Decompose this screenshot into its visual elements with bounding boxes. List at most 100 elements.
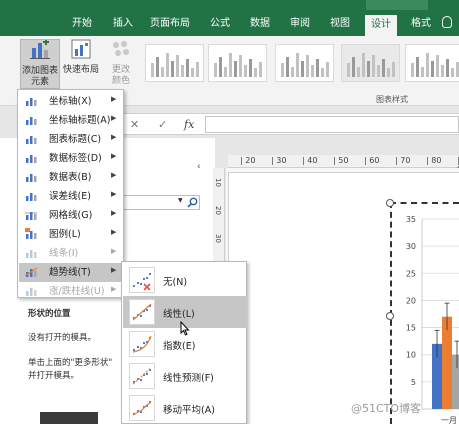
ruler-tick: | 50 bbox=[333, 156, 349, 165]
add-chart-element-button[interactable]: 添加图表 元素 bbox=[20, 39, 60, 89]
enter-icon[interactable]: ✓ bbox=[158, 118, 167, 131]
tab-formulas[interactable]: 公式 bbox=[210, 16, 230, 32]
submenu-arrow-icon: ▶ bbox=[111, 266, 117, 274]
chart-style-thumbnail[interactable] bbox=[275, 44, 334, 82]
submenu-item-trendline-none[interactable]: 无(N) bbox=[123, 264, 247, 296]
submenu-arrow-icon: ▶ bbox=[111, 209, 117, 217]
add-chart-element-label-2: 元素 bbox=[30, 77, 49, 87]
trendline-submenu: 无(N) 线性(L) 指数(E) 线性预测(F) 移动平均(A) bbox=[121, 261, 247, 424]
tab-format[interactable]: 格式 bbox=[411, 16, 431, 32]
menu-item-legend[interactable]: 图例(L) ▶ bbox=[19, 225, 123, 244]
submenu-item-trendline-moving-average[interactable]: 移动平均(A) bbox=[123, 392, 247, 424]
trendline-linear-forecast-icon bbox=[129, 363, 155, 389]
menu-item-label: 线条(I) bbox=[49, 248, 79, 259]
chart-style-thumbnail[interactable] bbox=[208, 44, 267, 82]
chart-style-preview-icon bbox=[214, 53, 262, 77]
lines-icon bbox=[25, 247, 37, 259]
quick-layout-label: 快速布局 bbox=[62, 65, 99, 75]
chart-style-preview-icon bbox=[347, 53, 395, 77]
updown-bars-icon bbox=[25, 285, 37, 297]
ribbon-tab-bar: 开始 插入 页面布局 公式 数据 审阅 视图 设计 格式 bbox=[0, 12, 459, 36]
tab-insert[interactable]: 插入 bbox=[113, 16, 133, 32]
add-chart-element-icon bbox=[30, 39, 50, 59]
data-labels-icon bbox=[25, 152, 37, 164]
menu-item-label: 数据表(B) bbox=[49, 172, 92, 183]
trendline-exponential-icon bbox=[129, 331, 155, 357]
chart-style-thumbnail[interactable] bbox=[145, 44, 204, 82]
menu-item-trendline[interactable]: 趋势线(T) ▶ bbox=[19, 263, 123, 282]
trendline-none-icon bbox=[129, 267, 155, 293]
data-table-icon bbox=[25, 171, 37, 183]
menu-item-error-bars[interactable]: 误差线(E) ▶ bbox=[19, 187, 123, 206]
formula-input[interactable] bbox=[205, 116, 459, 133]
tab-data[interactable]: 数据 bbox=[250, 16, 270, 32]
y-tick-label: 25 bbox=[406, 269, 416, 278]
x-category-label: 一月 bbox=[441, 416, 457, 424]
shape-position-heading: 形状的位置 bbox=[28, 309, 71, 319]
vruler-tick: 30 bbox=[214, 234, 222, 243]
resize-handle[interactable] bbox=[386, 199, 394, 207]
quick-layout-icon bbox=[71, 39, 91, 59]
menu-item-label: 网格线(G) bbox=[49, 210, 93, 221]
menu-item-label: 涨/跌柱线(U) bbox=[49, 286, 105, 297]
y-tick-label: 30 bbox=[406, 242, 416, 251]
tab-page-layout[interactable]: 页面布局 bbox=[150, 16, 190, 32]
search-icon[interactable] bbox=[187, 197, 198, 208]
axes-icon bbox=[25, 95, 37, 107]
change-colors-button[interactable]: 更改 颜色 bbox=[104, 39, 138, 89]
menu-item-data-labels[interactable]: 数据标签(D) ▶ bbox=[19, 149, 123, 168]
dropdown-arrow-icon[interactable]: ▼ bbox=[178, 197, 183, 204]
y-tick-label: 35 bbox=[406, 215, 416, 224]
menu-item-axes[interactable]: 坐标轴(X) ▶ bbox=[19, 92, 123, 111]
mouse-pointer-icon bbox=[180, 321, 190, 336]
cancel-icon[interactable]: ✕ bbox=[130, 118, 139, 131]
tab-design[interactable]: 设计 bbox=[365, 15, 397, 36]
chart-title-icon bbox=[25, 133, 37, 145]
change-colors-label-2: 颜色 bbox=[111, 76, 130, 86]
vruler-tick: 10 bbox=[214, 178, 222, 187]
submenu-item-label: 线性(L) bbox=[163, 309, 195, 320]
menu-item-gridlines[interactable]: 网格线(G) ▶ bbox=[19, 206, 123, 225]
chart-tools-context-tab bbox=[366, 0, 428, 10]
chart-style-preview-icon bbox=[151, 53, 199, 77]
tab-review[interactable]: 审阅 bbox=[290, 16, 310, 32]
ruler-tick: | 60 bbox=[364, 156, 380, 165]
chart-bar bbox=[452, 354, 459, 409]
submenu-item-label: 无(N) bbox=[163, 277, 188, 288]
menu-item-data-table[interactable]: 数据表(B) ▶ bbox=[19, 168, 123, 187]
chart-style-thumbnail[interactable] bbox=[341, 44, 400, 82]
menu-item-chart-title[interactable]: 图表标题(C) ▶ bbox=[19, 130, 123, 149]
chart-object[interactable]: 35 30 25 20 15 10 5 一月 bbox=[390, 202, 459, 424]
submenu-item-label: 指数(E) bbox=[163, 341, 196, 352]
tab-home[interactable]: 开始 bbox=[72, 16, 92, 32]
formula-bar: ✕ ✓ fx bbox=[120, 113, 459, 135]
trendline-linear-icon bbox=[129, 299, 155, 325]
submenu-arrow-icon: ▶ bbox=[111, 171, 117, 179]
menu-item-axis-title[interactable]: 坐标轴标题(A) ▶ bbox=[19, 111, 123, 130]
lightbulb-icon[interactable] bbox=[442, 16, 452, 28]
submenu-arrow-icon: ▶ bbox=[111, 228, 117, 236]
trendline-moving-average-icon bbox=[129, 395, 155, 421]
ruler-tick: | 40 bbox=[302, 156, 318, 165]
add-chart-element-label-1: 添加图表 bbox=[21, 66, 58, 76]
submenu-arrow-icon: ▶ bbox=[111, 114, 117, 122]
chart-style-thumbnail[interactable] bbox=[405, 44, 459, 82]
chart-styles-group-label: 图表样式 bbox=[376, 95, 408, 104]
change-colors-label-1: 更改 bbox=[111, 65, 130, 75]
tab-view[interactable]: 视图 bbox=[330, 16, 350, 32]
submenu-arrow-icon: ▶ bbox=[111, 247, 117, 255]
menu-item-lines: 线条(I) ▶ bbox=[19, 244, 123, 263]
submenu-arrow-icon: ▶ bbox=[111, 152, 117, 160]
submenu-item-trendline-linear-forecast[interactable]: 线性预测(F) bbox=[123, 360, 247, 392]
collapse-chevron-icon[interactable]: ‹ bbox=[197, 162, 201, 172]
submenu-item-label: 移动平均(A) bbox=[163, 405, 215, 416]
add-chart-element-menu: 坐标轴(X) ▶ 坐标轴标题(A) ▶ 图表标题(C) ▶ 数据标签(D) ▶ 数据表(B) ▶ 误… bbox=[17, 89, 124, 298]
submenu-arrow-icon: ▶ bbox=[111, 95, 117, 103]
axis-title-icon bbox=[25, 114, 37, 126]
more-shapes-button[interactable] bbox=[40, 412, 98, 424]
ruler-tick: | 70 bbox=[395, 156, 411, 165]
insert-function-icon[interactable]: fx bbox=[184, 118, 194, 131]
quick-layout-button[interactable]: 快速布局 bbox=[62, 39, 100, 89]
shape-search-input[interactable]: ▼ bbox=[120, 195, 200, 210]
resize-handle[interactable] bbox=[386, 312, 394, 320]
